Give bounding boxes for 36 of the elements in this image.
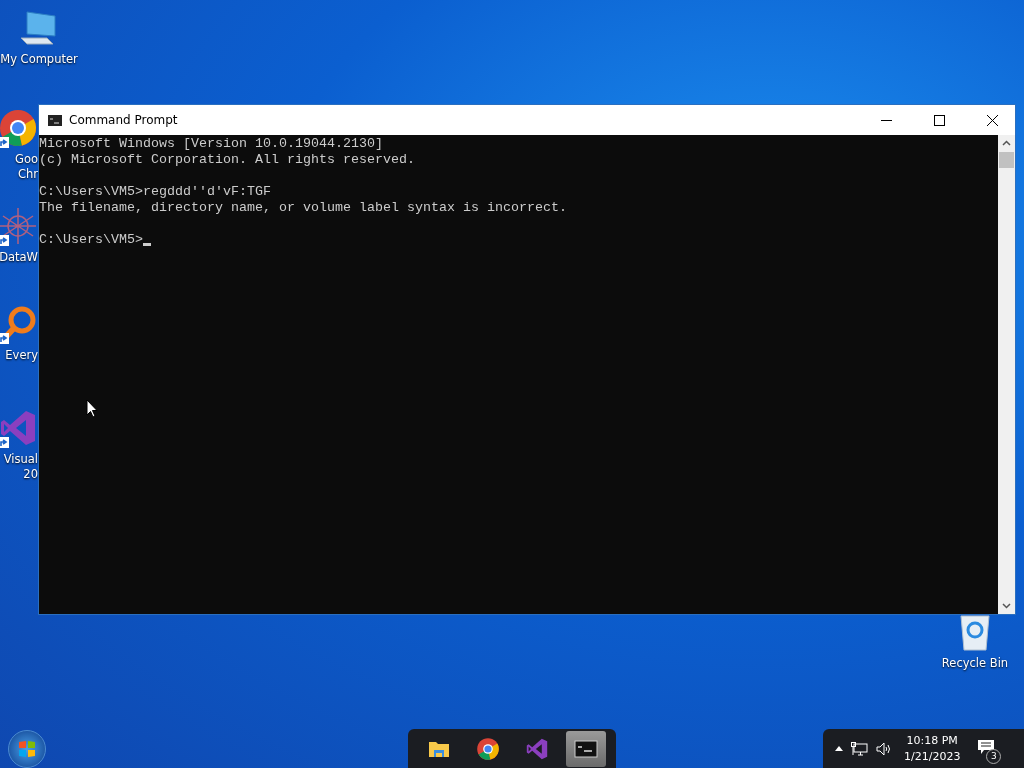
chrome-icon bbox=[0, 108, 38, 148]
close-icon bbox=[986, 114, 998, 126]
chrome-icon bbox=[475, 736, 500, 761]
taskbar-app-button[interactable] bbox=[565, 730, 606, 767]
mouse-pointer-icon bbox=[86, 399, 98, 418]
date-text: 1/21/2023 bbox=[904, 748, 961, 765]
console-line: (c) Microsoft Corporation. All rights reserved. bbox=[39, 152, 415, 168]
clock[interactable]: 10:18 PM 1/21/2023 bbox=[904, 732, 961, 765]
desktop-icon-label[interactable]: Recycle Bin bbox=[941, 656, 1009, 671]
console-line: C:\Users\VM5> bbox=[39, 232, 143, 248]
window-title: Command Prompt bbox=[69, 113, 178, 127]
desktop-icon-label[interactable]: Chr bbox=[17, 167, 38, 182]
desktop-icon-label[interactable]: Goo bbox=[15, 152, 38, 167]
notification-count-badge: 3 bbox=[986, 748, 1002, 764]
visual-studio-icon bbox=[0, 408, 38, 448]
desktop-icon-label[interactable]: Visual bbox=[3, 452, 38, 467]
caret-icon[interactable] bbox=[835, 746, 843, 751]
windows-logo-icon bbox=[17, 739, 37, 759]
console-line: Microsoft Windows [Version 10.0.19044.2130] bbox=[39, 136, 383, 152]
scrollbar-thumb[interactable] bbox=[999, 152, 1014, 168]
console-icon bbox=[48, 114, 62, 126]
speaker-icon[interactable] bbox=[876, 741, 892, 756]
maximize-icon bbox=[933, 114, 945, 126]
visual-studio-icon bbox=[524, 736, 549, 761]
desktop-icon-label[interactable]: Every bbox=[5, 348, 38, 363]
network-graph-icon bbox=[0, 206, 38, 246]
desktop-icon-label[interactable]: 20 bbox=[23, 467, 38, 482]
desktop-icon-label[interactable]: My Computer bbox=[0, 52, 78, 67]
desktop-icon-label[interactable]: DataW bbox=[0, 250, 38, 265]
scrollbar[interactable] bbox=[998, 135, 1015, 614]
start-button[interactable] bbox=[8, 730, 46, 768]
console-line: C:\Users\VM5>regddd''d'vF:TGF bbox=[39, 184, 271, 200]
computer-icon bbox=[19, 8, 59, 48]
time-text: 10:18 PM bbox=[906, 732, 958, 749]
console-line: The filename, directory name, or volume label syntax is incorrect. bbox=[39, 200, 567, 216]
network-icon[interactable] bbox=[851, 741, 868, 756]
